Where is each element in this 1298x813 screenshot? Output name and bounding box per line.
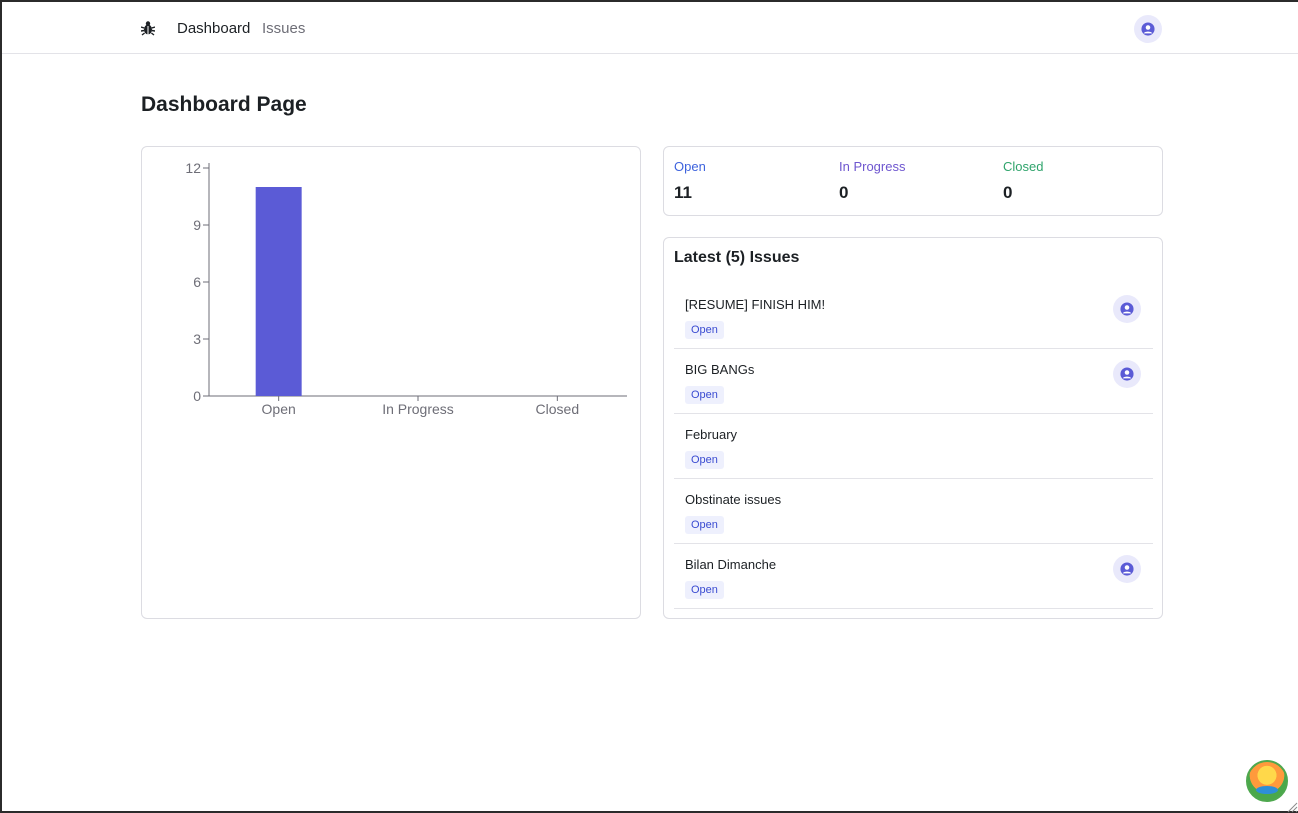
status-badge: Open [685,581,724,599]
stat-open[interactable]: Open 11 [674,159,706,203]
stat-closed-value: 0 [1003,183,1013,202]
status-badge: Open [685,451,724,469]
user-avatar-icon [1120,562,1134,576]
status-badge: Open [685,516,724,534]
user-avatar-icon [1120,367,1134,381]
assignee-avatar [1113,295,1141,323]
stat-open-label: Open [674,159,706,174]
issue-title-link[interactable]: February [685,427,737,443]
y-tick-label: 12 [185,160,201,176]
x-tick-label: Open [262,401,296,417]
stat-in-progress-label: In Progress [839,159,906,174]
list-item: [RESUME] FINISH HIM! Open [674,284,1153,349]
list-item: February Open [674,414,1153,479]
beach-logo-icon[interactable] [1246,760,1288,802]
stat-closed-label: Closed [1003,159,1044,174]
stat-closed[interactable]: Closed 0 [1003,159,1043,203]
issue-stats-card: Open 11 In Progress 0 Closed 0 [663,146,1163,216]
issue-title-link[interactable]: [RESUME] FINISH HIM! [685,297,825,313]
user-avatar-icon [1120,302,1134,316]
assignee-avatar [1113,360,1141,388]
y-tick-label: 6 [193,274,201,290]
issue-title-link[interactable]: Bilan Dimanche [685,557,776,573]
status-badge: Open [685,386,724,404]
bug-icon[interactable] [141,20,155,36]
list-item: Bilan Dimanche Open [674,544,1153,609]
status-badge: Open [685,321,724,339]
x-tick-label: In Progress [382,401,454,417]
latest-issues-heading: Latest (5) Issues [674,249,800,266]
issue-title-link[interactable]: Obstinate issues [685,492,781,508]
navbar: Dashboard Issues [2,2,1298,54]
stat-in-progress-value: 0 [839,183,849,202]
x-tick-label: Closed [536,401,580,417]
user-avatar-icon [1141,22,1155,36]
assignee-avatar [1113,555,1141,583]
issue-title-link[interactable]: BIG BANGs [685,362,754,378]
list-item: Obstinate issues Open [674,479,1153,544]
stat-in-progress[interactable]: In Progress 0 [839,159,905,203]
y-tick-label: 0 [193,388,201,404]
issue-status-bar-chart: 0 3 6 9 12 Open In Progress Closed [185,160,627,417]
y-tick-label: 9 [193,217,201,233]
stat-open-value: 11 [674,183,692,202]
list-item: BIG BANGs Open [674,349,1153,414]
page-title: Dashboard Page [141,93,307,116]
latest-issues-card: Latest (5) Issues [RESUME] FINISH HIM! O… [663,237,1163,619]
resize-grip-icon[interactable] [1286,801,1298,813]
bar [255,187,302,396]
latest-issues-list: [RESUME] FINISH HIM! Open BIG BANGs Open [674,284,1153,609]
nav-link-issues[interactable]: Issues [262,19,305,39]
user-avatar-button[interactable] [1134,15,1162,43]
app-window: Dashboard Issues Dashboard Page 0 3 6 9 12 Op… [0,0,1298,813]
y-tick-label: 3 [193,331,201,347]
issue-status-chart-card: 0 3 6 9 12 Open In Progress Closed [141,146,641,619]
nav-link-dashboard[interactable]: Dashboard [177,19,250,39]
